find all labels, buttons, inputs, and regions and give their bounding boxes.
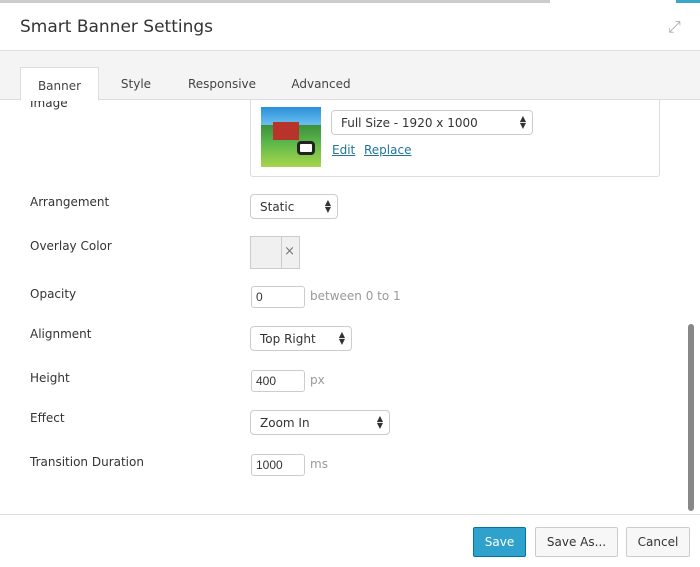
dialog-header: Smart Banner Settings ⤢ bbox=[0, 3, 700, 51]
save-button[interactable]: Save bbox=[473, 527, 526, 557]
effect-value: Zoom In bbox=[260, 416, 310, 430]
select-arrows-icon: ▲ ▼ bbox=[338, 330, 345, 346]
settings-panel[interactable]: Image Full Size - 1920 x 1000 ▲ ▼ Edit Rep… bbox=[0, 100, 700, 515]
opacity-hint: between 0 to 1 bbox=[310, 289, 401, 303]
opacity-label: Opacity bbox=[30, 287, 77, 301]
effect-label: Effect bbox=[30, 411, 65, 425]
transition-duration-label: Transition Duration bbox=[30, 455, 144, 469]
select-arrows-icon: ▲ ▼ bbox=[376, 414, 383, 430]
arrangement-select[interactable]: Static ▲ ▼ bbox=[250, 194, 338, 219]
replace-link[interactable]: Replace bbox=[364, 143, 411, 157]
tab-style[interactable]: Style bbox=[110, 67, 162, 101]
alignment-select[interactable]: Top Right ▲ ▼ bbox=[250, 326, 352, 351]
scrollbar[interactable] bbox=[688, 324, 694, 511]
overlay-color-label: Overlay Color bbox=[30, 239, 112, 253]
save-as-button[interactable]: Save As... bbox=[535, 527, 618, 557]
tab-responsive[interactable]: Responsive bbox=[182, 67, 262, 101]
alignment-value: Top Right bbox=[260, 332, 316, 346]
cancel-button[interactable]: Cancel bbox=[626, 527, 690, 557]
expand-icon[interactable]: ⤢ bbox=[668, 17, 686, 36]
height-unit: px bbox=[310, 373, 325, 387]
height-input[interactable] bbox=[251, 370, 305, 392]
effect-select[interactable]: Zoom In ▲ ▼ bbox=[250, 410, 390, 435]
alignment-label: Alignment bbox=[30, 327, 92, 341]
select-arrows-icon: ▲ ▼ bbox=[324, 198, 331, 214]
arrangement-value: Static bbox=[260, 200, 295, 214]
image-thumbnail bbox=[261, 107, 321, 167]
color-swatch[interactable] bbox=[251, 237, 282, 268]
overlay-color-picker[interactable]: × bbox=[250, 236, 300, 269]
image-size-value: Full Size - 1920 x 1000 bbox=[341, 116, 478, 130]
edit-link[interactable]: Edit bbox=[332, 143, 355, 157]
image-box: Full Size - 1920 x 1000 ▲ ▼ Edit Replace bbox=[250, 100, 660, 177]
opacity-input[interactable] bbox=[251, 286, 305, 308]
height-label: Height bbox=[30, 371, 70, 385]
transition-duration-input[interactable] bbox=[251, 454, 305, 476]
select-arrows-icon: ▲ ▼ bbox=[519, 114, 526, 130]
image-size-select[interactable]: Full Size - 1920 x 1000 ▲ ▼ bbox=[331, 110, 533, 135]
image-label: Image bbox=[30, 100, 68, 110]
arrangement-label: Arrangement bbox=[30, 195, 110, 209]
clear-color-icon[interactable]: × bbox=[284, 244, 295, 259]
dialog-footer: Save Save As... Cancel bbox=[0, 514, 700, 567]
transition-duration-unit: ms bbox=[310, 457, 328, 471]
dialog-title: Smart Banner Settings bbox=[20, 17, 214, 37]
tab-advanced[interactable]: Advanced bbox=[285, 67, 357, 101]
tab-bar: Banner Style Responsive Advanced bbox=[0, 51, 700, 101]
tab-banner[interactable]: Banner bbox=[20, 67, 99, 101]
